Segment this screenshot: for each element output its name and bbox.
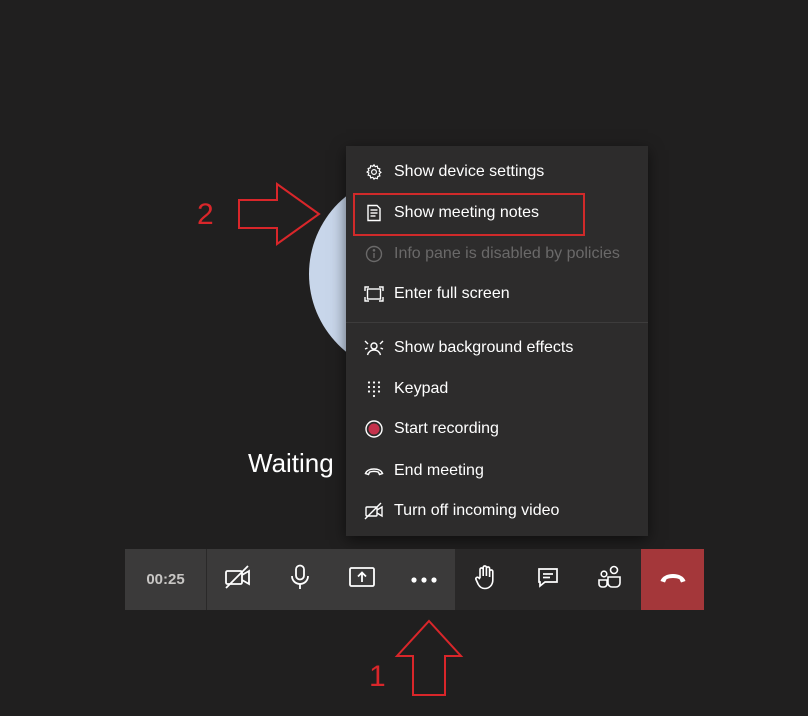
more-options-icon	[410, 571, 438, 589]
annotation-step-1: 1	[369, 660, 386, 693]
share-screen-icon	[348, 565, 376, 594]
info-icon	[364, 244, 384, 264]
menu-item-label: Turn off incoming video	[394, 502, 560, 519]
menu-item-label: Info pane is disabled by policies	[394, 245, 620, 262]
annotation-step-2: 2	[197, 198, 214, 231]
hang-up-button[interactable]	[641, 549, 704, 610]
menu-item-label: End meeting	[394, 462, 484, 479]
raise-hand-button[interactable]	[455, 549, 517, 610]
menu-item-background-effects[interactable]: Show background effects	[346, 328, 648, 368]
end-meeting-icon	[364, 461, 384, 481]
menu-item-device-settings[interactable]: Show device settings	[346, 152, 648, 192]
menu-item-full-screen[interactable]: Enter full screen	[346, 274, 648, 314]
more-options-button[interactable]	[393, 549, 455, 610]
keypad-icon	[364, 379, 384, 399]
menu-item-info-pane-disabled: Info pane is disabled by policies	[346, 234, 648, 274]
share-screen-button[interactable]	[331, 549, 393, 610]
menu-item-label: Keypad	[394, 380, 449, 397]
menu-item-end-meeting[interactable]: End meeting	[346, 451, 648, 491]
record-icon	[364, 419, 384, 439]
camera-toggle-button[interactable]	[207, 549, 269, 610]
camera-off-icon	[224, 565, 252, 594]
chat-icon	[536, 565, 560, 594]
menu-item-start-recording[interactable]: Start recording	[346, 409, 648, 449]
highlight-box-meeting-notes	[353, 193, 585, 236]
video-off-icon	[364, 501, 384, 521]
call-controls-toolbar: 00:25	[125, 549, 707, 610]
annotation-arrow-right-icon	[238, 182, 321, 246]
menu-divider	[346, 322, 648, 323]
microphone-button[interactable]	[269, 549, 331, 610]
call-timer: 00:25	[125, 549, 207, 610]
gear-icon	[364, 162, 384, 182]
annotation-arrow-up-icon	[394, 619, 464, 696]
menu-item-keypad[interactable]: Keypad	[346, 369, 648, 409]
menu-item-label: Show background effects	[394, 339, 574, 356]
chat-button[interactable]	[517, 549, 579, 610]
toolbar-secondary-group	[455, 549, 641, 610]
menu-item-label: Start recording	[394, 420, 499, 437]
menu-item-label: Enter full screen	[394, 285, 510, 302]
menu-item-label: Show device settings	[394, 163, 545, 180]
toolbar-primary-group	[207, 549, 455, 610]
background-effects-icon	[364, 338, 384, 358]
fullscreen-icon	[364, 284, 384, 304]
microphone-icon	[289, 564, 311, 595]
participants-icon	[597, 564, 623, 595]
menu-item-turn-off-incoming-video[interactable]: Turn off incoming video	[346, 491, 648, 531]
waiting-status-text: Waiting	[248, 448, 334, 478]
raise-hand-icon	[474, 564, 498, 595]
participants-button[interactable]	[579, 549, 641, 610]
meeting-stage: Waiting Show device settings Show meetin…	[0, 0, 808, 716]
hang-up-icon	[659, 571, 687, 589]
